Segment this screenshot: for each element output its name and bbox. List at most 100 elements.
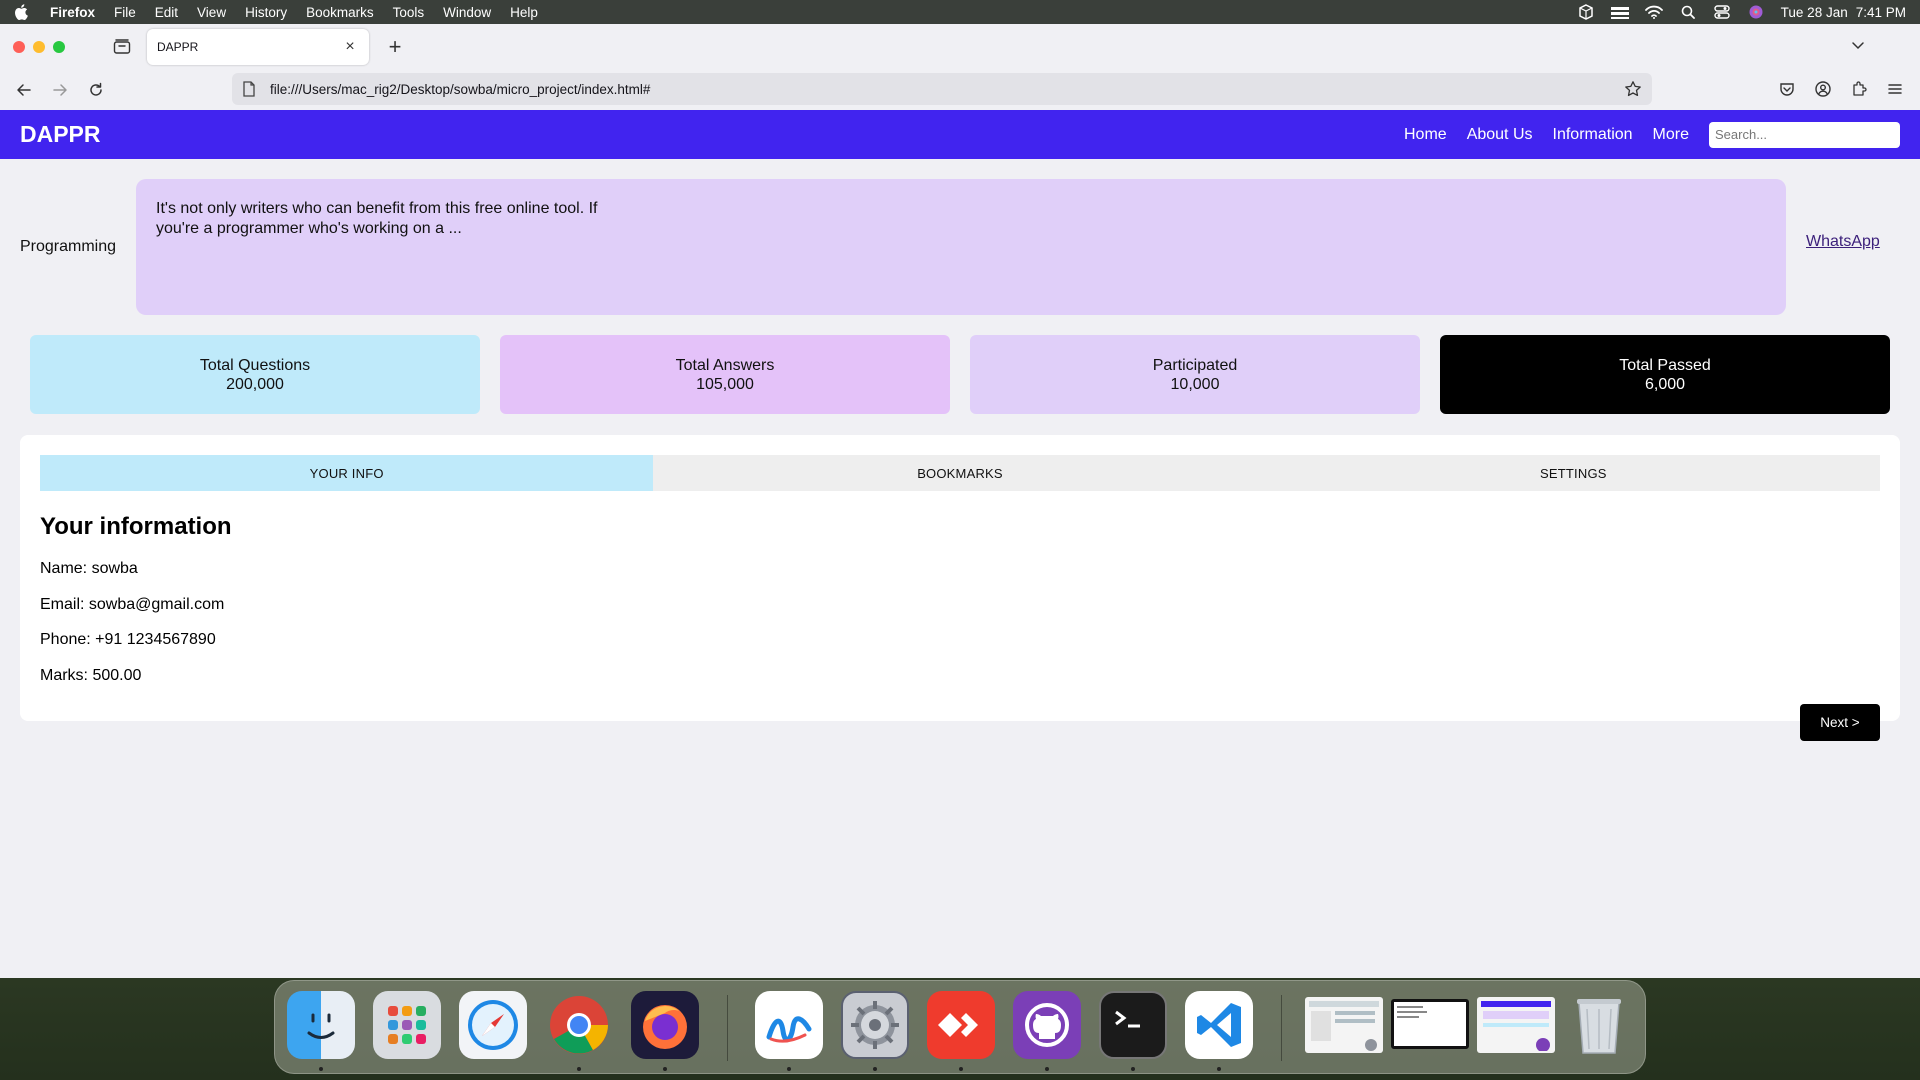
control-center-icon[interactable] xyxy=(1705,2,1739,22)
search-icon[interactable] xyxy=(1671,2,1705,22)
extensions-icon[interactable] xyxy=(1848,78,1870,100)
stat-label: Participated xyxy=(1152,356,1238,374)
menu-help[interactable]: Help xyxy=(510,5,538,20)
browser-tab[interactable]: DAPPR × xyxy=(147,29,369,65)
firefox-view-icon[interactable] xyxy=(111,36,133,58)
dock-running-dot xyxy=(577,1067,581,1071)
search-input[interactable] xyxy=(1709,121,1900,148)
site-header: DAPPR Home About Us Information More xyxy=(0,110,1920,159)
zoom-window-button[interactable] xyxy=(53,41,65,53)
browser-window: DAPPR × + file:///Users/mac_rig2/Desktop… xyxy=(0,24,1920,978)
stat-card-total-answers: Total Answers 105,000 xyxy=(500,335,950,414)
menu-bookmarks[interactable]: Bookmarks xyxy=(306,5,374,20)
menubar-time[interactable]: 7:41 PM xyxy=(1856,5,1906,20)
topic-text: It's not only writers who can benefit fr… xyxy=(156,200,598,237)
dock-running-dot xyxy=(1217,1067,1221,1071)
stat-value: 6,000 xyxy=(1644,375,1686,393)
info-tabs: YOUR INFO BOOKMARKS SETTINGS xyxy=(40,455,1880,491)
tab-bar: DAPPR × + xyxy=(0,24,1920,70)
window-controls xyxy=(13,41,65,53)
stat-label: Total Answers xyxy=(675,356,775,374)
menu-bar: Firefox File Edit View History Bookmarks… xyxy=(0,0,1920,24)
url-text[interactable]: file:///Users/mac_rig2/Desktop/sowba/mic… xyxy=(270,82,1624,97)
window-thumbnail-3[interactable] xyxy=(1477,997,1555,1053)
pocket-icon[interactable] xyxy=(1776,78,1798,100)
menu-view[interactable]: View xyxy=(197,5,226,20)
account-icon[interactable] xyxy=(1812,78,1834,100)
close-tab-icon[interactable]: × xyxy=(341,38,359,56)
menubar-date[interactable]: Tue 28 Jan xyxy=(1781,5,1848,20)
info-marks: Marks: 500.00 xyxy=(40,667,142,684)
stat-card-total-questions: Total Questions 200,000 xyxy=(30,335,480,414)
info-email: Email: sowba@gmail.com xyxy=(40,596,225,613)
dock-running-dot xyxy=(959,1067,963,1071)
info-heading: Your information xyxy=(40,513,232,540)
safari-icon[interactable] xyxy=(459,991,527,1059)
menu-app-firefox[interactable]: Firefox xyxy=(50,5,95,20)
new-tab-button[interactable]: + xyxy=(383,34,407,60)
chevron-down-icon[interactable] xyxy=(1850,37,1868,55)
stat-value: 200,000 xyxy=(226,375,284,393)
minimize-window-button[interactable] xyxy=(33,41,45,53)
reload-icon[interactable] xyxy=(84,78,108,102)
nav-link-more[interactable]: More xyxy=(1653,126,1689,144)
nav-link-about-us[interactable]: About Us xyxy=(1467,126,1533,144)
stat-value: 10,000 xyxy=(1170,375,1220,393)
dock xyxy=(274,980,1646,1074)
dock-separator xyxy=(727,995,728,1061)
topic-row: Programming It's not only writers who ca… xyxy=(0,159,1920,335)
toolbar-right xyxy=(1776,78,1906,100)
whatsapp-link[interactable]: WhatsApp xyxy=(1806,233,1880,251)
trash-icon[interactable] xyxy=(1565,991,1633,1059)
menu-tools[interactable]: Tools xyxy=(393,5,425,20)
launchpad-icon[interactable] xyxy=(373,991,441,1059)
page-viewport: DAPPR Home About Us Information More Pro… xyxy=(0,110,1920,978)
bookshelf-icon[interactable] xyxy=(1603,2,1637,22)
bookmark-star-icon[interactable] xyxy=(1624,80,1642,98)
wifi-icon[interactable] xyxy=(1637,2,1671,22)
back-icon[interactable] xyxy=(12,78,36,102)
apple-icon[interactable] xyxy=(14,4,30,20)
menu-window[interactable]: Window xyxy=(443,5,491,20)
site-brand[interactable]: DAPPR xyxy=(20,121,101,148)
close-window-button[interactable] xyxy=(13,41,25,53)
dock-running-dot xyxy=(663,1067,667,1071)
stats-row: Total Questions 200,000 Total Answers 10… xyxy=(0,335,1920,435)
terminal-icon[interactable] xyxy=(1099,991,1167,1059)
box-icon[interactable] xyxy=(1569,2,1603,22)
menu-edit[interactable]: Edit xyxy=(155,5,178,20)
next-button[interactable]: Next > xyxy=(1800,704,1880,741)
tab-your-info[interactable]: YOUR INFO xyxy=(40,455,654,491)
dock-running-dot xyxy=(873,1067,877,1071)
info-panel: YOUR INFO BOOKMARKS SETTINGS Your inform… xyxy=(20,435,1900,741)
firefox-icon[interactable] xyxy=(631,991,699,1059)
info-name: Name: sowba xyxy=(40,560,138,577)
hamburger-menu-icon[interactable] xyxy=(1884,78,1906,100)
stat-card-total-passed: Total Passed 6,000 xyxy=(1440,335,1890,414)
menu-history[interactable]: History xyxy=(245,5,287,20)
dock-running-dot xyxy=(319,1067,323,1071)
window-thumbnail-1[interactable] xyxy=(1305,997,1383,1053)
page-icon xyxy=(242,81,258,97)
stat-value: 105,000 xyxy=(696,375,754,393)
url-bar[interactable]: file:///Users/mac_rig2/Desktop/sowba/mic… xyxy=(232,73,1652,105)
finder-icon[interactable] xyxy=(287,991,355,1059)
menu-file[interactable]: File xyxy=(114,5,136,20)
nav-link-information[interactable]: Information xyxy=(1553,126,1633,144)
tab-bookmarks[interactable]: BOOKMARKS xyxy=(653,455,1267,491)
siri-icon[interactable] xyxy=(1739,2,1773,22)
stat-card-participated: Participated 10,000 xyxy=(970,335,1420,414)
dock-running-dot xyxy=(1131,1067,1135,1071)
tab-settings[interactable]: SETTINGS xyxy=(1266,455,1880,491)
github-desktop-icon[interactable] xyxy=(1013,991,1081,1059)
forward-icon[interactable] xyxy=(48,78,72,102)
freeform-icon[interactable] xyxy=(755,991,823,1059)
anydesk-icon[interactable] xyxy=(927,991,995,1059)
stat-label: Total Passed xyxy=(1619,356,1711,374)
dock-running-dot xyxy=(787,1067,791,1071)
window-thumbnail-2[interactable] xyxy=(1391,999,1469,1049)
chrome-icon[interactable] xyxy=(545,991,613,1059)
vscode-icon[interactable] xyxy=(1185,991,1253,1059)
system-settings-icon[interactable] xyxy=(841,991,909,1059)
nav-link-home[interactable]: Home xyxy=(1404,126,1447,144)
